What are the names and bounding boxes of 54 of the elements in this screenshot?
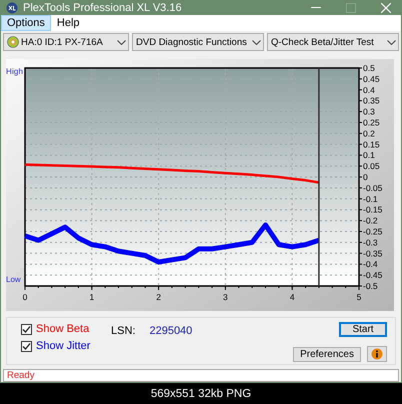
disc-icon [7, 36, 19, 48]
axis-tick-label: -0.1 [363, 194, 378, 204]
lsn-label: LSN: [111, 325, 136, 337]
lsn-value: 2295040 [149, 325, 192, 337]
checkbox-label[interactable]: Show Jitter [36, 340, 90, 352]
caret-icon [252, 40, 261, 44]
axis-tick-label: -0.2 [363, 216, 378, 226]
axis-tick-label: 0.25 [363, 118, 380, 128]
axis-tick-label: 0.35 [363, 96, 380, 106]
menu-item[interactable]: Options [1, 15, 51, 31]
preferences-button[interactable]: Preferences [293, 346, 361, 362]
axis-tick-label: 0.3 [363, 106, 375, 117]
checkbox[interactable] [21, 324, 32, 334]
window-title: PlexTools Professional XL V3.16 [23, 2, 183, 14]
axis-tick-label: 0.5 [363, 63, 375, 73]
low-label: Low [6, 275, 21, 284]
caret-icon [387, 40, 396, 44]
info-icon [371, 348, 383, 360]
axis-tick-label: 2 [156, 292, 161, 302]
axis-tick-label: 0.4 [363, 84, 375, 95]
app-icon [6, 2, 18, 14]
checkbox[interactable] [21, 340, 32, 352]
axis-tick-label: -0.35 [363, 248, 382, 258]
start-button[interactable]: Start [339, 322, 387, 337]
axis-tick-label: -0.25 [363, 226, 382, 236]
maximize-icon [346, 2, 356, 12]
axis-tick-label: -0.5 [363, 281, 378, 291]
axis-tick-label: 1 [89, 292, 94, 302]
axis-tick-label: 0 [22, 292, 28, 302]
status-text: Ready [7, 370, 34, 381]
dropdown[interactable]: HA:0 ID:1 PX-716A [3, 33, 129, 51]
close-icon[interactable] [381, 2, 391, 12]
image-caption: 569x551 32kb PNG [150, 388, 252, 400]
axis-tick-label: 0.2 [363, 128, 375, 138]
axis-tick-label: -0.15 [363, 204, 382, 215]
axis-tick-label: 0 [363, 172, 368, 182]
axis-tick-label: -0.45 [363, 270, 382, 280]
axis-tick-label: -0.3 [363, 237, 378, 248]
axis-tick-label: 5 [356, 292, 362, 302]
axis-tick-label: 0.1 [363, 150, 375, 160]
caret-icon [117, 40, 126, 44]
menu-item[interactable]: Help [50, 15, 86, 31]
dropdown[interactable]: Q-Check Beta/Jitter Test [267, 33, 399, 51]
axis-tick-label: 0.15 [363, 139, 380, 150]
dropdown[interactable]: DVD Diagnostic Functions [132, 33, 264, 51]
info-button[interactable] [367, 346, 387, 362]
axis-tick-label: 0.45 [363, 74, 380, 84]
axis-tick-label: 0.05 [363, 161, 380, 172]
checkbox-label[interactable]: Show Beta [36, 323, 90, 335]
axis-tick-label: -0.05 [363, 182, 382, 193]
high-label: High [6, 67, 23, 76]
axis-tick-label: 4 [290, 292, 295, 302]
axis-tick-label: 3 [223, 292, 228, 302]
axis-tick-label: -0.4 [363, 259, 378, 270]
